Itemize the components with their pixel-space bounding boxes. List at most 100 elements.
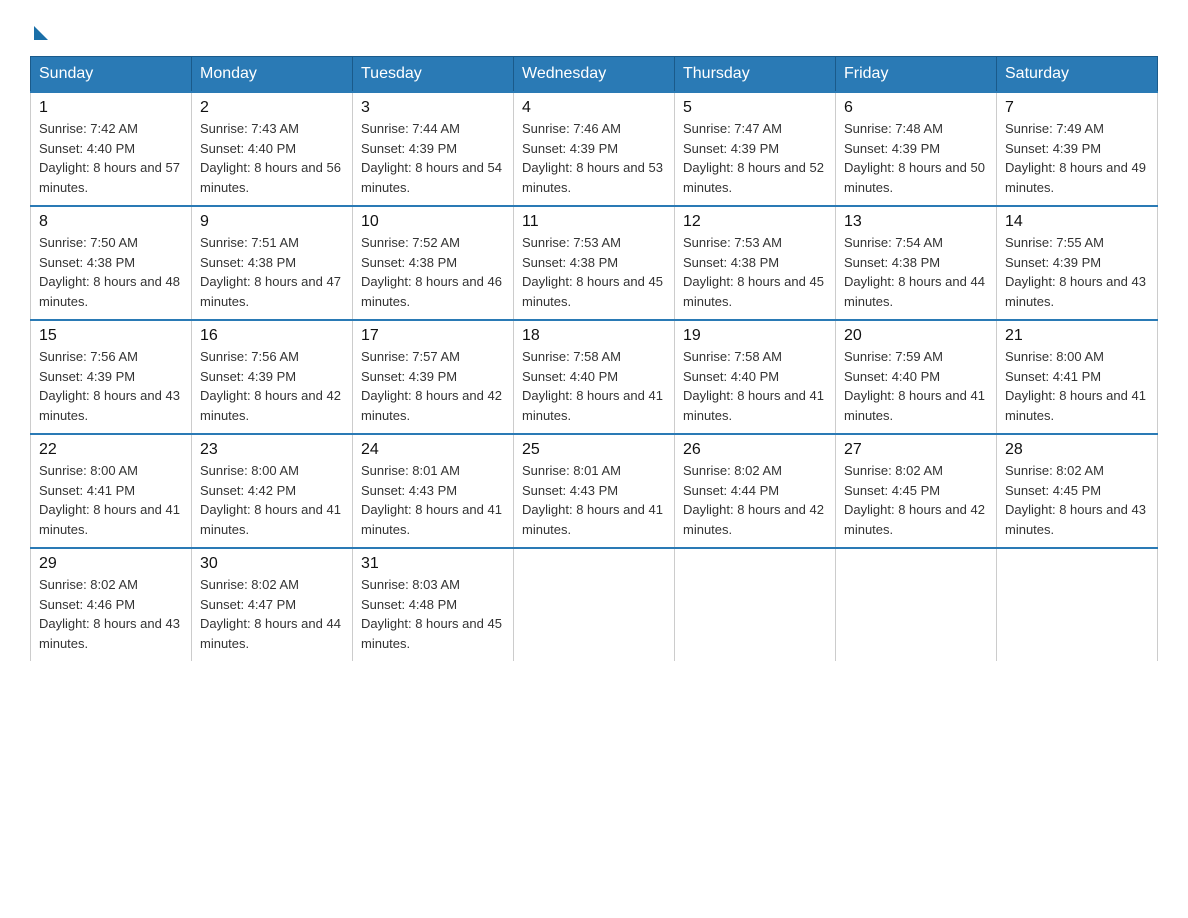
day-number: 13 bbox=[844, 213, 988, 231]
calendar-cell bbox=[514, 548, 675, 661]
calendar-cell: 6 Sunrise: 7:48 AMSunset: 4:39 PMDaylight… bbox=[836, 92, 997, 206]
calendar-cell bbox=[675, 548, 836, 661]
calendar-week-5: 29Sunrise: 8:02 AMSunset: 4:46 PMDayligh… bbox=[31, 548, 1158, 661]
calendar-cell: 20Sunrise: 7:59 AMSunset: 4:40 PMDayligh… bbox=[836, 320, 997, 434]
day-number: 28 bbox=[1005, 441, 1149, 459]
day-info: Sunrise: 7:46 AMSunset: 4:39 PMDaylight:… bbox=[522, 121, 663, 195]
header-monday: Monday bbox=[192, 57, 353, 93]
header-friday: Friday bbox=[836, 57, 997, 93]
day-info: Sunrise: 8:00 AMSunset: 4:42 PMDaylight:… bbox=[200, 463, 341, 537]
day-number: 14 bbox=[1005, 213, 1149, 231]
day-info: Sunrise: 7:48 AMSunset: 4:39 PMDaylight:… bbox=[844, 121, 985, 195]
day-info: Sunrise: 8:03 AMSunset: 4:48 PMDaylight:… bbox=[361, 577, 502, 651]
calendar-cell: 1 Sunrise: 7:42 AMSunset: 4:40 PMDaylight… bbox=[31, 92, 192, 206]
calendar-cell: 9 Sunrise: 7:51 AMSunset: 4:38 PMDaylight… bbox=[192, 206, 353, 320]
day-info: Sunrise: 7:54 AMSunset: 4:38 PMDaylight:… bbox=[844, 235, 985, 309]
day-info: Sunrise: 7:50 AMSunset: 4:38 PMDaylight:… bbox=[39, 235, 180, 309]
calendar-cell: 10 Sunrise: 7:52 AMSunset: 4:38 PMDayligh… bbox=[353, 206, 514, 320]
day-info: Sunrise: 7:52 AMSunset: 4:38 PMDaylight:… bbox=[361, 235, 502, 309]
day-number: 20 bbox=[844, 327, 988, 345]
day-info: Sunrise: 7:51 AMSunset: 4:38 PMDaylight:… bbox=[200, 235, 341, 309]
calendar-cell: 25 Sunrise: 8:01 AMSunset: 4:43 PMDayligh… bbox=[514, 434, 675, 548]
calendar-cell bbox=[997, 548, 1158, 661]
day-number: 26 bbox=[683, 441, 827, 459]
day-number: 25 bbox=[522, 441, 666, 459]
day-number: 18 bbox=[522, 327, 666, 345]
day-number: 8 bbox=[39, 213, 183, 231]
day-number: 4 bbox=[522, 99, 666, 117]
day-number: 1 bbox=[39, 99, 183, 117]
header-sunday: Sunday bbox=[31, 57, 192, 93]
day-info: Sunrise: 7:44 AMSunset: 4:39 PMDaylight:… bbox=[361, 121, 502, 195]
day-info: Sunrise: 8:02 AMSunset: 4:45 PMDaylight:… bbox=[1005, 463, 1146, 537]
calendar-cell: 7 Sunrise: 7:49 AMSunset: 4:39 PMDaylight… bbox=[997, 92, 1158, 206]
calendar-cell: 13 Sunrise: 7:54 AMSunset: 4:38 PMDayligh… bbox=[836, 206, 997, 320]
day-number: 29 bbox=[39, 555, 183, 573]
day-info: Sunrise: 8:02 AMSunset: 4:45 PMDaylight:… bbox=[844, 463, 985, 537]
day-info: Sunrise: 7:56 AMSunset: 4:39 PMDaylight:… bbox=[200, 349, 341, 423]
day-info: Sunrise: 7:53 AMSunset: 4:38 PMDaylight:… bbox=[522, 235, 663, 309]
header-wednesday: Wednesday bbox=[514, 57, 675, 93]
calendar-cell: 4 Sunrise: 7:46 AMSunset: 4:39 PMDaylight… bbox=[514, 92, 675, 206]
calendar-cell: 18 Sunrise: 7:58 AMSunset: 4:40 PMDayligh… bbox=[514, 320, 675, 434]
calendar-cell: 24 Sunrise: 8:01 AMSunset: 4:43 PMDayligh… bbox=[353, 434, 514, 548]
day-number: 30 bbox=[200, 555, 344, 573]
calendar-cell: 22Sunrise: 8:00 AMSunset: 4:41 PMDayligh… bbox=[31, 434, 192, 548]
calendar-header-row: SundayMondayTuesdayWednesdayThursdayFrid… bbox=[31, 57, 1158, 93]
page-header bbox=[30, 20, 1158, 38]
day-number: 10 bbox=[361, 213, 505, 231]
day-number: 17 bbox=[361, 327, 505, 345]
calendar-cell: 28 Sunrise: 8:02 AMSunset: 4:45 PMDayligh… bbox=[997, 434, 1158, 548]
day-info: Sunrise: 8:01 AMSunset: 4:43 PMDaylight:… bbox=[361, 463, 502, 537]
day-number: 6 bbox=[844, 99, 988, 117]
day-number: 11 bbox=[522, 213, 666, 231]
header-saturday: Saturday bbox=[997, 57, 1158, 93]
day-number: 5 bbox=[683, 99, 827, 117]
day-number: 23 bbox=[200, 441, 344, 459]
calendar-cell: 26 Sunrise: 8:02 AMSunset: 4:44 PMDayligh… bbox=[675, 434, 836, 548]
day-info: Sunrise: 7:47 AMSunset: 4:39 PMDaylight:… bbox=[683, 121, 824, 195]
day-info: Sunrise: 7:43 AMSunset: 4:40 PMDaylight:… bbox=[200, 121, 341, 195]
calendar-cell: 15 Sunrise: 7:56 AMSunset: 4:39 PMDayligh… bbox=[31, 320, 192, 434]
calendar-table: SundayMondayTuesdayWednesdayThursdayFrid… bbox=[30, 56, 1158, 661]
calendar-week-4: 22Sunrise: 8:00 AMSunset: 4:41 PMDayligh… bbox=[31, 434, 1158, 548]
day-number: 3 bbox=[361, 99, 505, 117]
calendar-cell: 5 Sunrise: 7:47 AMSunset: 4:39 PMDaylight… bbox=[675, 92, 836, 206]
day-number: 16 bbox=[200, 327, 344, 345]
day-info: Sunrise: 8:02 AMSunset: 4:44 PMDaylight:… bbox=[683, 463, 824, 537]
calendar-cell: 21Sunrise: 8:00 AMSunset: 4:41 PMDayligh… bbox=[997, 320, 1158, 434]
calendar-cell: 19 Sunrise: 7:58 AMSunset: 4:40 PMDayligh… bbox=[675, 320, 836, 434]
day-number: 27 bbox=[844, 441, 988, 459]
day-number: 9 bbox=[200, 213, 344, 231]
calendar-cell: 23 Sunrise: 8:00 AMSunset: 4:42 PMDayligh… bbox=[192, 434, 353, 548]
day-number: 7 bbox=[1005, 99, 1149, 117]
day-number: 15 bbox=[39, 327, 183, 345]
calendar-cell bbox=[836, 548, 997, 661]
day-number: 24 bbox=[361, 441, 505, 459]
calendar-week-1: 1 Sunrise: 7:42 AMSunset: 4:40 PMDaylight… bbox=[31, 92, 1158, 206]
day-number: 21 bbox=[1005, 327, 1149, 345]
header-tuesday: Tuesday bbox=[353, 57, 514, 93]
calendar-cell: 27 Sunrise: 8:02 AMSunset: 4:45 PMDayligh… bbox=[836, 434, 997, 548]
day-info: Sunrise: 7:58 AMSunset: 4:40 PMDaylight:… bbox=[522, 349, 663, 423]
calendar-cell: 31 Sunrise: 8:03 AMSunset: 4:48 PMDayligh… bbox=[353, 548, 514, 661]
day-number: 12 bbox=[683, 213, 827, 231]
day-info: Sunrise: 8:02 AMSunset: 4:47 PMDaylight:… bbox=[200, 577, 341, 651]
day-info: Sunrise: 7:42 AMSunset: 4:40 PMDaylight:… bbox=[39, 121, 180, 195]
day-info: Sunrise: 7:56 AMSunset: 4:39 PMDaylight:… bbox=[39, 349, 180, 423]
day-number: 31 bbox=[361, 555, 505, 573]
day-info: Sunrise: 7:58 AMSunset: 4:40 PMDaylight:… bbox=[683, 349, 824, 423]
calendar-cell: 17Sunrise: 7:57 AMSunset: 4:39 PMDayligh… bbox=[353, 320, 514, 434]
logo bbox=[30, 20, 48, 38]
day-info: Sunrise: 7:53 AMSunset: 4:38 PMDaylight:… bbox=[683, 235, 824, 309]
day-info: Sunrise: 8:01 AMSunset: 4:43 PMDaylight:… bbox=[522, 463, 663, 537]
calendar-cell: 3 Sunrise: 7:44 AMSunset: 4:39 PMDaylight… bbox=[353, 92, 514, 206]
logo-arrow-icon bbox=[34, 26, 48, 40]
calendar-cell: 2Sunrise: 7:43 AMSunset: 4:40 PMDaylight… bbox=[192, 92, 353, 206]
calendar-cell: 12 Sunrise: 7:53 AMSunset: 4:38 PMDayligh… bbox=[675, 206, 836, 320]
calendar-cell: 29Sunrise: 8:02 AMSunset: 4:46 PMDayligh… bbox=[31, 548, 192, 661]
day-info: Sunrise: 7:49 AMSunset: 4:39 PMDaylight:… bbox=[1005, 121, 1146, 195]
calendar-week-3: 15 Sunrise: 7:56 AMSunset: 4:39 PMDayligh… bbox=[31, 320, 1158, 434]
calendar-cell: 14Sunrise: 7:55 AMSunset: 4:39 PMDayligh… bbox=[997, 206, 1158, 320]
day-number: 19 bbox=[683, 327, 827, 345]
